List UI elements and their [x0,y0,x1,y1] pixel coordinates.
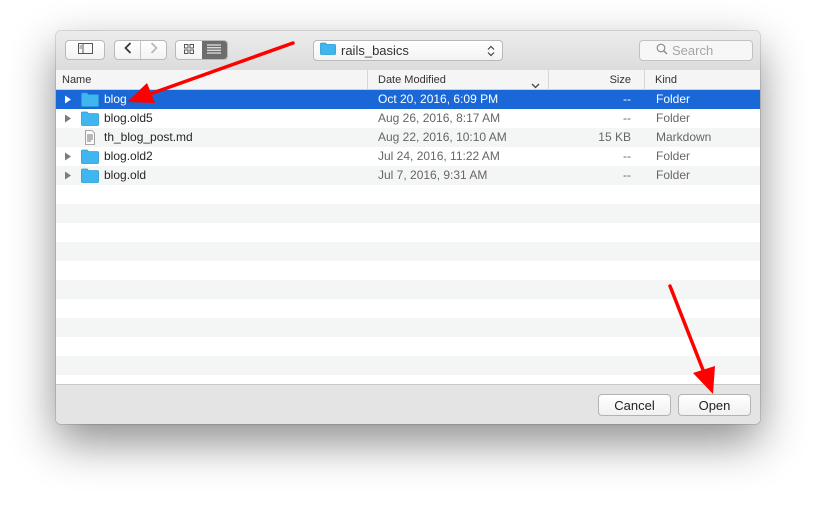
open-file-dialog: rails_basics Name Date Modified Size Kin… [56,31,760,424]
location-label: rails_basics [341,43,409,58]
updown-arrows-icon [484,45,498,57]
document-icon [81,130,99,145]
open-button[interactable]: Open [678,394,751,416]
file-name: blog.old2 [104,149,153,163]
empty-row [56,280,760,299]
file-size: -- [623,149,631,163]
file-kind: Folder [656,111,691,125]
disclosure-triangle-icon[interactable] [64,90,74,109]
file-name: blog [104,92,127,106]
empty-row [56,318,760,337]
location-popup[interactable]: rails_basics [313,40,503,61]
folder-icon [81,111,99,126]
disclosure-triangle-icon[interactable] [64,147,74,166]
icon-grid-icon [183,41,194,59]
cancel-button[interactable]: Cancel [598,394,671,416]
sidebar-toggle-icon [77,41,93,59]
folder-icon [320,42,336,60]
file-date: Aug 26, 2016, 8:17 AM [378,111,501,125]
file-list: blog Oct 20, 2016, 6:09 PM -- Folder blo… [56,90,760,384]
file-name: th_blog_post.md [104,130,193,144]
column-date-modified[interactable]: Date Modified [367,70,548,89]
file-kind: Folder [656,92,691,106]
search-input[interactable] [672,43,752,58]
magnifier-icon [656,42,668,60]
empty-row [56,299,760,318]
list-view-button[interactable] [201,41,227,59]
folder-icon [81,149,99,164]
file-kind: Markdown [656,130,712,144]
folder-icon [81,92,99,107]
column-name[interactable]: Name [62,70,91,89]
file-name: blog.old [104,168,147,182]
column-header: Name Date Modified Size Kind [56,70,760,90]
empty-row [56,242,760,261]
back-button[interactable] [115,41,140,59]
file-name: blog.old5 [104,111,153,125]
toolbar: rails_basics [56,31,760,71]
empty-row [56,356,760,375]
empty-row [56,337,760,356]
file-size: -- [623,92,631,106]
file-date: Aug 22, 2016, 10:10 AM [378,130,507,144]
empty-row [56,204,760,223]
file-kind: Folder [656,168,691,182]
forward-button[interactable] [140,41,166,59]
chevron-right-icon [150,41,158,59]
chevron-left-icon [123,41,132,59]
view-mode-group [175,40,228,60]
file-row-blog-old[interactable]: blog.old Jul 7, 2016, 9:31 AM -- Folder [56,166,760,185]
search-field[interactable] [639,40,753,61]
file-date: Jul 24, 2016, 11:22 AM [378,149,500,163]
disclosure-triangle-icon[interactable] [64,109,74,128]
folder-icon [81,168,99,183]
dialog-footer: Cancel Open [56,384,760,424]
empty-row [56,185,760,204]
file-size: -- [623,111,631,125]
file-date: Oct 20, 2016, 6:09 PM [378,92,499,106]
file-row-th-blog-post[interactable]: th_blog_post.md Aug 22, 2016, 10:10 AM 1… [56,128,760,147]
file-row-blog-old5[interactable]: blog.old5 Aug 26, 2016, 8:17 AM -- Folde… [56,109,760,128]
column-date-label: Date Modified [378,74,446,86]
column-kind[interactable]: Kind [644,70,760,89]
file-kind: Folder [656,149,691,163]
file-row-blog-old2[interactable]: blog.old2 Jul 24, 2016, 11:22 AM -- Fold… [56,147,760,166]
file-size: -- [623,168,631,182]
empty-row [56,223,760,242]
icon-view-button[interactable] [176,41,202,59]
column-size[interactable]: Size [548,70,644,89]
disclosure-triangle-icon[interactable] [64,166,74,185]
file-size: 15 KB [598,130,631,144]
sidebar-toggle-button[interactable] [65,40,105,60]
navigation-group [114,40,167,60]
file-row-blog[interactable]: blog Oct 20, 2016, 6:09 PM -- Folder [56,90,760,109]
file-date: Jul 7, 2016, 9:31 AM [378,168,488,182]
list-view-icon [207,41,222,59]
empty-row [56,261,760,280]
